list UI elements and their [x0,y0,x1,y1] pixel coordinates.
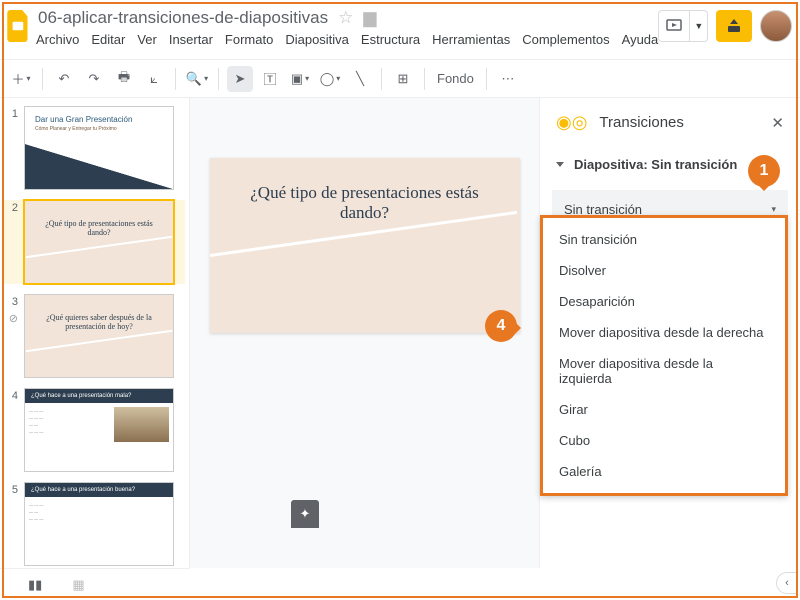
line-tool[interactable]: ╲ [347,66,373,92]
thumb-3[interactable]: 3⊘ ¿Qué quieres saber después de la pres… [4,294,185,378]
view-switcher: ▮▮ ▦ [0,568,190,600]
menu-file[interactable]: Archivo [36,32,79,47]
callout-marker-1: 1 [748,155,780,187]
textbox-tool[interactable]: 🅃 [257,66,283,92]
current-slide[interactable]: ¿Qué tipo de presentaciones estás dando? [210,158,520,333]
menu-arrange[interactable]: Estructura [361,32,420,47]
slide-title-text[interactable]: ¿Qué tipo de presentaciones estás dando? [210,158,520,223]
more-button[interactable]: ⋯ [495,66,521,92]
grid-view-icon[interactable]: ▦ [72,577,84,593]
star-icon[interactable]: ☆ [338,8,353,28]
thumb-5[interactable]: 5 ¿Qué hace a una presentación buena? — … [4,482,185,566]
transition-option[interactable]: Galería [543,456,785,487]
zoom-button[interactable]: 🔍 [184,66,210,92]
present-dropdown[interactable]: ▼ [690,10,708,42]
print-button[interactable]: 🖶 [111,66,137,92]
transition-option[interactable]: Cubo [543,425,785,456]
thumb-1[interactable]: 1 Dar una Gran Presentación Cómo Planear… [4,106,185,190]
menu-bar: Archivo Editar Ver Insertar Formato Diap… [36,30,658,47]
account-avatar[interactable] [760,10,792,42]
menu-edit[interactable]: Editar [91,32,125,47]
doc-title-row: 06-aplicar-transiciones-de-diapositivas … [36,6,658,30]
select-tool[interactable]: ➤ [227,66,253,92]
new-slide-button[interactable]: ＋ [8,66,34,92]
transitions-icon: ◉◎ [556,112,587,133]
background-button[interactable]: Fondo [433,66,478,92]
slide-filmstrip: 1 Dar una Gran Presentación Cómo Planear… [0,98,190,568]
panel-title: Transiciones [599,114,683,131]
menu-tools[interactable]: Herramientas [432,32,510,47]
title-bar: 06-aplicar-transiciones-de-diapositivas … [0,0,800,60]
menu-addons[interactable]: Complementos [522,32,609,47]
thumb-2[interactable]: 2 ¿Qué tipo de presentaciones estás dand… [4,200,185,284]
slides-logo[interactable] [6,6,32,46]
transition-option[interactable]: Desaparición [543,286,785,317]
callout-marker-4: 4 [485,310,517,342]
thumb-4[interactable]: 4 ¿Qué hace a una presentación mala? — —… [4,388,185,472]
comment-button[interactable]: ⊞ [390,66,416,92]
present-button[interactable] [658,10,690,42]
link-icon: ⊘ [9,312,18,325]
transition-option[interactable]: Sin transición [543,224,785,255]
transition-option[interactable]: Mover diapositiva desde la izquierda [543,348,785,394]
paint-format-button[interactable]: ⟀ [141,66,167,92]
document-title[interactable]: 06-aplicar-transiciones-de-diapositivas [38,8,328,28]
undo-button[interactable]: ↶ [51,66,77,92]
explore-button[interactable] [291,500,319,528]
toolbar: ＋ ↶ ↷ 🖶 ⟀ 🔍 ➤ 🅃 ▣ ◯ ╲ ⊞ Fondo ⋯ [0,60,800,98]
menu-slide[interactable]: Diapositiva [285,32,349,47]
menu-format[interactable]: Formato [225,32,273,47]
transition-option[interactable]: Disolver [543,255,785,286]
image-tool[interactable]: ▣ [287,66,313,92]
side-panel-toggle[interactable]: ‹ [776,572,798,594]
menu-insert[interactable]: Insertar [169,32,213,47]
transition-option[interactable]: Girar [543,394,785,425]
share-button[interactable] [716,10,752,42]
shape-tool[interactable]: ◯ [317,66,343,92]
redo-button[interactable]: ↷ [81,66,107,92]
transition-dropdown: Sin transición Disolver Desaparición Mov… [540,215,788,496]
transition-option[interactable]: Mover diapositiva desde la derecha [543,317,785,348]
move-folder-icon[interactable]: ▆ [363,8,376,28]
menu-view[interactable]: Ver [137,32,157,47]
filmstrip-view-icon[interactable]: ▮▮ [28,577,42,593]
close-panel-icon[interactable]: ✕ [771,114,784,132]
menu-help[interactable]: Ayuda [622,32,659,47]
